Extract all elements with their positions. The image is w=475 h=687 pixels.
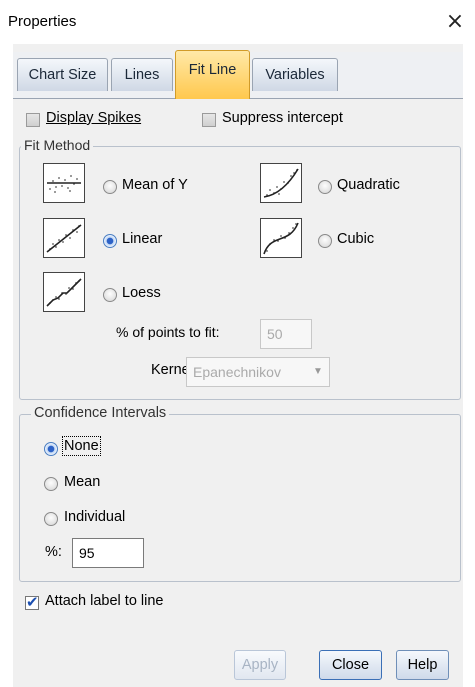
linear-radio[interactable] — [103, 234, 117, 248]
ci-individual-label: Individual — [64, 509, 126, 525]
linear-label: Linear — [122, 231, 163, 247]
suppress-intercept-checkbox[interactable] — [202, 113, 216, 127]
points-to-fit-input[interactable]: 50 — [260, 319, 312, 349]
ci-individual-radio[interactable] — [44, 512, 58, 526]
chevron-down-icon: ▼ — [313, 366, 323, 377]
cubic-label: Cubic — [337, 231, 375, 247]
cubic-radio[interactable] — [318, 234, 332, 248]
mean-fit-icon — [43, 163, 85, 203]
ci-mean-label: Mean — [64, 474, 101, 490]
loess-radio[interactable] — [103, 288, 117, 302]
mean-of-y-radio[interactable] — [103, 180, 117, 194]
quadratic-label: Quadratic — [337, 177, 400, 193]
window-title: Properties — [8, 13, 77, 30]
points-to-fit-label: % of points to fit: — [116, 324, 220, 340]
ci-mean-radio[interactable] — [44, 477, 58, 491]
apply-button[interactable]: Apply — [234, 650, 286, 680]
mean-of-y-label: Mean of Y — [122, 177, 188, 193]
quadratic-radio[interactable] — [318, 180, 332, 194]
attach-label-checkbox[interactable] — [25, 593, 39, 611]
kernel-select[interactable]: Epanechnikov ▼ — [186, 357, 330, 387]
display-spikes-label: Display Spikes — [46, 110, 142, 126]
ci-percent-input[interactable]: 95 — [72, 538, 144, 568]
confidence-intervals-legend: Confidence Intervals — [31, 405, 170, 421]
linear-fit-icon — [43, 218, 85, 258]
help-button[interactable]: Help — [396, 650, 449, 680]
quadratic-fit-icon — [260, 163, 302, 203]
tab-variables[interactable]: Variables — [252, 58, 338, 91]
kernel-value: Epanechnikov — [193, 364, 281, 380]
ci-none-radio[interactable] — [44, 442, 58, 456]
tab-lines[interactable]: Lines — [111, 58, 173, 91]
close-button[interactable]: Close — [319, 650, 382, 680]
tab-fit-line[interactable]: Fit Line — [175, 50, 250, 99]
ci-none-label: None — [62, 436, 101, 456]
loess-fit-icon — [43, 272, 85, 312]
close-icon[interactable]: × — [443, 8, 467, 36]
display-spikes-checkbox[interactable] — [26, 113, 40, 127]
tab-chart-size[interactable]: Chart Size — [17, 58, 108, 91]
fit-method-legend: Fit Method — [21, 137, 94, 153]
suppress-intercept-label: Suppress intercept — [222, 110, 343, 126]
attach-label-label: Attach label to line — [45, 593, 164, 609]
loess-label: Loess — [122, 285, 161, 301]
ci-percent-label: %: — [45, 544, 62, 560]
cubic-fit-icon — [260, 218, 302, 258]
